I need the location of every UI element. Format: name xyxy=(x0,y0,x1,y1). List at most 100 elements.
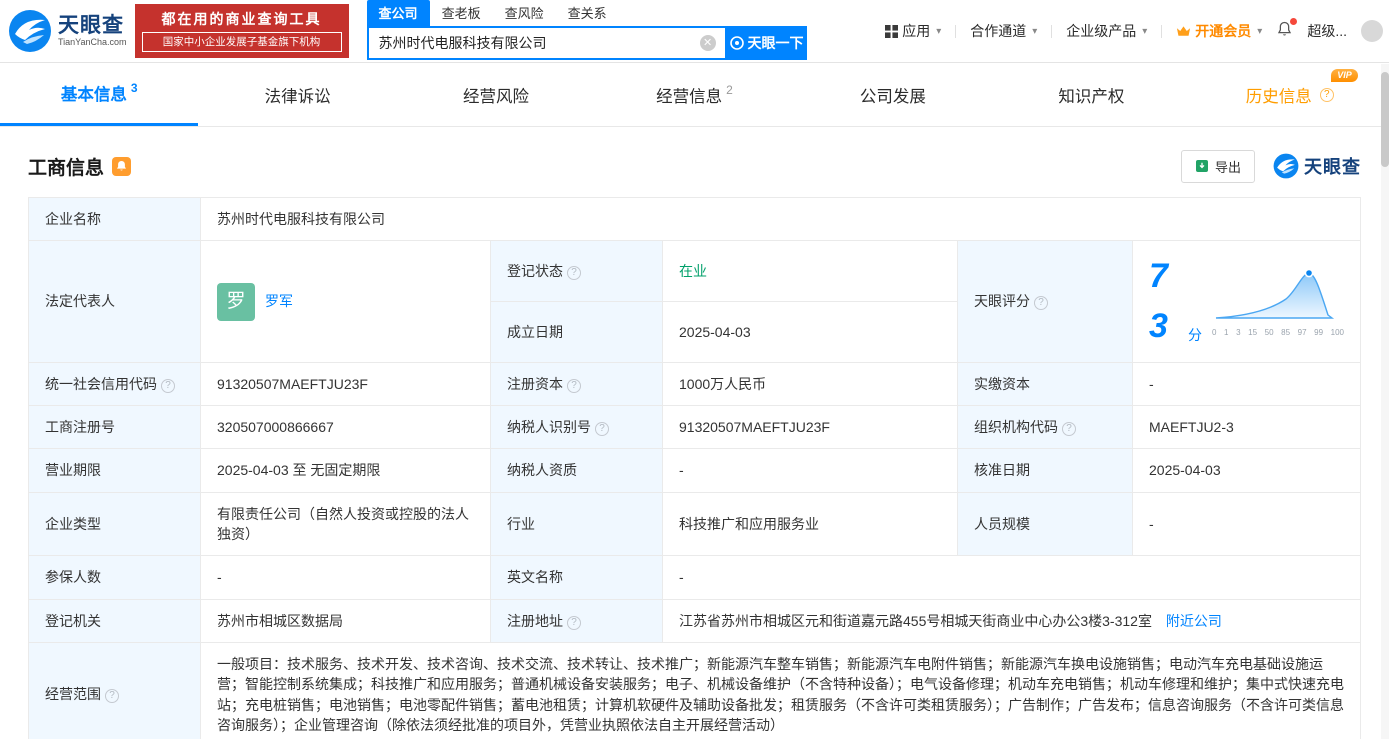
table-row: 企业名称 苏州时代电服科技有限公司 xyxy=(28,196,1361,242)
tab-development-label: 公司发展 xyxy=(859,87,926,106)
user-avatar[interactable] xyxy=(1361,20,1383,42)
score-unit: 分 xyxy=(1188,326,1202,343)
taxpayer-quality-label: 纳税人资质 xyxy=(490,448,663,493)
scrollbar[interactable] xyxy=(1381,64,1389,739)
reg-address-label: 注册地址 xyxy=(490,598,663,643)
business-scope-label: 经营范围 xyxy=(28,641,201,739)
taxpayer-quality-value: - xyxy=(662,448,958,493)
tab-operation[interactable]: 经营信息 2 xyxy=(595,63,793,126)
help-icon xyxy=(1319,87,1334,102)
tab-basic-info[interactable]: 基本信息 3 xyxy=(0,63,199,126)
tab-basic-info-badge: 3 xyxy=(130,81,138,95)
reg-address-value: 江苏省苏州市相城区元和街道嘉元路455号相城天街商业中心办公3楼3-312室 附… xyxy=(662,598,1361,643)
export-button[interactable]: 导出 xyxy=(1180,149,1255,183)
score-axis: 0 1 3 15 50 85 97 99 100 xyxy=(1212,327,1344,337)
org-code-label: 组织机构代码 xyxy=(957,405,1133,450)
staff-size-label: 人员规模 xyxy=(957,491,1133,557)
english-name-label: 英文名称 xyxy=(490,555,663,600)
help-icon[interactable] xyxy=(161,378,175,393)
crown-icon xyxy=(1177,26,1191,36)
brand-logo-icon xyxy=(1273,153,1299,179)
nav-separator xyxy=(955,24,957,38)
tab-operation-badge: 2 xyxy=(726,82,733,97)
legal-rep-avatar[interactable]: 罗 xyxy=(217,282,255,321)
nav-super-vip[interactable]: 超级... xyxy=(1307,21,1347,41)
insured-count-label: 参保人数 xyxy=(28,555,201,600)
nav-enterprise[interactable]: 企业级产品 xyxy=(1066,21,1147,41)
table-row: 工商注册号 320507000866667 纳税人识别号 91320507MAE… xyxy=(28,405,1361,450)
company-type-value: 有限责任公司（自然人投资或控股的法人独资） xyxy=(200,491,491,557)
tab-ip[interactable]: 知识产权 xyxy=(992,63,1190,126)
tab-history[interactable]: 历史信息 VIP xyxy=(1191,63,1389,126)
scrollbar-thumb[interactable] xyxy=(1381,72,1389,167)
help-icon[interactable] xyxy=(1034,296,1048,311)
industry-label: 行业 xyxy=(490,491,663,557)
promo-banner-line1: 都在用的商业查询工具 xyxy=(161,11,322,27)
business-scope-value: 一般项目：技术服务、技术开发、技术咨询、技术交流、技术转让、技术推广；新能源汽车… xyxy=(200,641,1361,739)
taxpayer-id-value: 91320507MAEFTJU23F xyxy=(662,405,958,450)
business-term-label: 营业期限 xyxy=(28,448,201,493)
taxpayer-id-label: 纳税人识别号 xyxy=(490,405,663,450)
approval-date-value: 2025-04-03 xyxy=(1132,448,1361,493)
section-header: 工商信息 导出 天眼查 xyxy=(28,143,1361,189)
search-tab-risk[interactable]: 查风险 xyxy=(493,0,556,26)
nav-partner[interactable]: 合作通道 xyxy=(970,21,1037,41)
nav-vip[interactable]: 开通会员 xyxy=(1176,21,1262,41)
search-area: 查公司 查老板 查风险 查关系 天眼一下 xyxy=(366,0,807,60)
search-tab-relation[interactable]: 查关系 xyxy=(556,0,619,26)
tab-legal[interactable]: 法律诉讼 xyxy=(198,63,396,126)
tab-operation-label: 经营信息 xyxy=(656,87,723,106)
help-icon[interactable] xyxy=(567,266,581,281)
table-row: 法定代表人 罗 罗军 登记状态 在业 天眼评分 xyxy=(28,240,1361,363)
monitor-bell-icon[interactable] xyxy=(112,156,132,176)
section-title: 工商信息 xyxy=(28,157,105,179)
search-tab-boss[interactable]: 查老板 xyxy=(430,0,493,26)
score-cell: 73 分 0 1 3 15 50 85 97 99 100 xyxy=(1132,240,1361,363)
help-icon[interactable] xyxy=(595,422,609,437)
clear-icon[interactable] xyxy=(699,34,716,51)
search-box xyxy=(366,25,727,60)
tab-basic-info-label: 基本信息 xyxy=(60,86,127,104)
nav-apps[interactable]: 应用 xyxy=(885,21,941,41)
help-icon[interactable] xyxy=(567,615,581,630)
tianyancha-logo-icon xyxy=(9,10,51,52)
nav-partner-label: 合作通道 xyxy=(970,23,1027,39)
search-button-label: 天眼一下 xyxy=(747,34,804,51)
help-icon[interactable] xyxy=(105,689,119,704)
reg-authority-value: 苏州市相城区数据局 xyxy=(200,598,491,643)
credit-code-value: 91320507MAEFTJU23F xyxy=(200,361,491,407)
search-input[interactable] xyxy=(368,34,700,51)
top-nav: 应用 合作通道 企业级产品 开通会员 超级... xyxy=(885,18,1383,42)
paid-capital-label: 实缴资本 xyxy=(957,361,1133,407)
promo-banner-line2: 国家中小企业发展子基金旗下机构 xyxy=(141,32,342,52)
search-tabs: 查公司 查老板 查风险 查关系 xyxy=(366,0,807,26)
legal-rep-cell: 罗 罗军 xyxy=(200,240,491,363)
notification-dot xyxy=(1290,18,1298,25)
vip-badge: VIP xyxy=(1331,68,1358,82)
help-icon[interactable] xyxy=(567,378,581,393)
reg-status-label: 登记状态 xyxy=(490,240,663,303)
nav-vip-label: 开通会员 xyxy=(1195,23,1252,39)
tab-risk[interactable]: 经营风险 xyxy=(397,63,595,126)
legal-rep-link[interactable]: 罗军 xyxy=(265,291,293,311)
table-row: 登记机关 苏州市相城区数据局 注册地址 江苏省苏州市相城区元和街道嘉元路455号… xyxy=(28,598,1361,643)
nearby-companies-link[interactable]: 附近公司 xyxy=(1166,613,1222,629)
brand-watermark: 天眼查 xyxy=(1273,153,1361,179)
tab-development[interactable]: 公司发展 xyxy=(794,63,992,126)
tab-ip-label: 知识产权 xyxy=(1058,87,1125,106)
grid-icon xyxy=(885,24,899,38)
business-info-table: 企业名称 苏州时代电服科技有限公司 法定代表人 罗 罗军 登记状态 在业 xyxy=(28,196,1361,739)
reg-capital-value: 1000万人民币 xyxy=(662,361,958,407)
tab-history-label: 历史信息 xyxy=(1245,87,1312,106)
search-tab-company[interactable]: 查公司 xyxy=(366,0,430,26)
page-tab-bar: 基本信息 3 法律诉讼 经营风险 经营信息 2 公司发展 知识产权 历史信息 V… xyxy=(0,63,1389,127)
notification-bell[interactable] xyxy=(1276,18,1298,41)
nav-separator xyxy=(1051,24,1053,38)
reg-authority-label: 登记机关 xyxy=(28,598,201,643)
reg-number-value: 320507000866667 xyxy=(200,405,491,450)
score-curve xyxy=(1215,269,1335,320)
search-button[interactable]: 天眼一下 xyxy=(726,25,807,60)
tianyancha-logo[interactable]: 天眼查 TianYanCha.com xyxy=(8,9,127,53)
help-icon[interactable] xyxy=(1062,422,1076,437)
nav-enterprise-label: 企业级产品 xyxy=(1066,23,1137,39)
